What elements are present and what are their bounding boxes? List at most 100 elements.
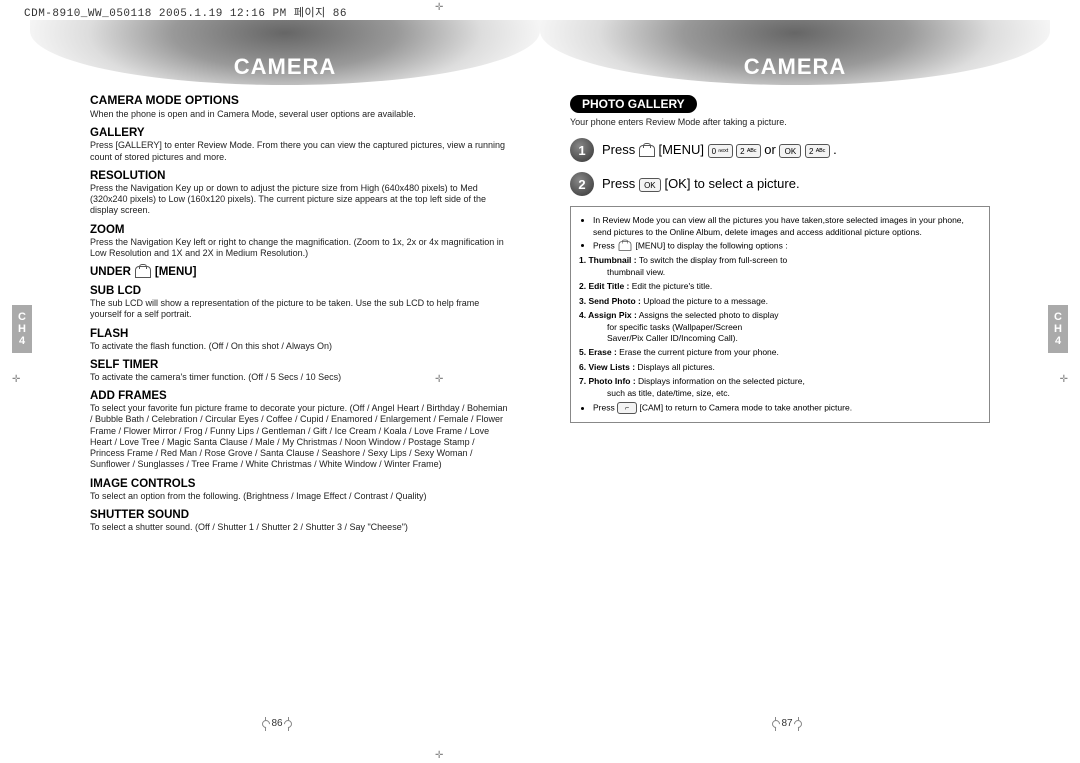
right-content: PHOTO GALLERY Your phone enters Review M… xyxy=(558,93,1032,423)
step-1: 1 Press [MENU] 0 ⁿᵉˣᵗ 2 ᴬᴮᶜ or OK 2 ᴬᴮᶜ … xyxy=(570,138,990,162)
key-2-icon: 2 ᴬᴮᶜ xyxy=(736,144,760,158)
option-2-edit-title: 2. Edit Title : Edit the picture's title… xyxy=(579,281,981,292)
gallery-text: Press [GALLERY] to enter Review Mode. Fr… xyxy=(90,140,510,163)
step1-press: Press xyxy=(602,142,639,157)
b3-pre: Press xyxy=(593,403,617,413)
e1-label: 1. Thumbnail : xyxy=(579,255,637,265)
e4-text: Assigns the selected photo to display xyxy=(637,310,779,320)
step1-or: or xyxy=(764,142,779,157)
b3-post: [CAM] to return to Camera mode to take a… xyxy=(639,403,852,413)
photo-gallery-badge: PHOTO GALLERY xyxy=(570,95,697,113)
page-banner: CAMERA xyxy=(30,20,540,85)
heading-selftimer: SELF TIMER xyxy=(90,359,510,371)
key-ok-icon: OK xyxy=(779,144,801,158)
resolution-text: Press the Navigation Key up or down to a… xyxy=(90,183,510,217)
e4-text3: Saver/Pix Caller ID/Incoming Call). xyxy=(579,333,981,344)
step1-menu: [MENU] xyxy=(658,142,707,157)
shuttersound-text: To select a shutter sound. (Off / Shutte… xyxy=(90,522,510,533)
imagecontrols-text: To select an option from the following. … xyxy=(90,491,510,502)
crop-mark-icon: ✛ xyxy=(1060,374,1068,385)
file-header-meta: CDM-8910_WW_050118 2005.1.19 12:16 PM 페이… xyxy=(24,4,347,20)
heading-imagecontrols: IMAGE CONTROLS xyxy=(90,478,510,490)
step-number-icon: 1 xyxy=(570,138,594,162)
chapter-tab-h: H xyxy=(12,323,32,335)
box-return-cam: Press ⌐ [CAM] to return to Camera mode t… xyxy=(593,402,981,414)
e3-text: Upload the picture to a message. xyxy=(641,296,768,306)
heading-flash: FLASH xyxy=(90,328,510,340)
crop-mark-icon: ✛ xyxy=(435,2,443,13)
e2-text: Edit the picture's title. xyxy=(629,281,712,291)
softkey-right-icon: ⌐ xyxy=(617,402,637,414)
addframes-text: To select your favorite fun picture fram… xyxy=(90,403,510,471)
b2-post: [MENU] to display the following options … xyxy=(635,240,787,250)
under-pre: UNDER xyxy=(90,266,131,278)
softkey-icon xyxy=(639,145,655,157)
chapter-tab-c: C xyxy=(1048,311,1068,323)
chapter-tab: C H 4 xyxy=(12,305,32,353)
option-3-send-photo: 3. Send Photo : Upload the picture to a … xyxy=(579,296,981,307)
option-1-thumbnail: 1. Thumbnail : To switch the display fro… xyxy=(579,255,981,278)
softkey-icon xyxy=(135,266,151,278)
crop-mark-icon: ✛ xyxy=(435,750,443,761)
sublcd-text: The sub LCD will show a representation o… xyxy=(90,298,510,321)
banner-title: CAMERA xyxy=(30,20,540,80)
option-5-erase: 5. Erase : Erase the current picture fro… xyxy=(579,347,981,358)
step-number-icon: 2 xyxy=(570,172,594,196)
box-intro: In Review Mode you can view all the pict… xyxy=(593,215,981,238)
e5-text: Erase the current picture from your phon… xyxy=(617,347,779,357)
step-2: 2 Press OK [OK] to select a picture. xyxy=(570,172,990,196)
chapter-tab-c: C xyxy=(12,311,32,323)
chapter-tab-num: 4 xyxy=(1048,335,1068,347)
b2-pre: Press xyxy=(593,240,617,250)
page-banner: CAMERA xyxy=(540,20,1050,85)
heading-sublcd: SUB LCD xyxy=(90,285,510,297)
softkey-icon xyxy=(619,241,632,251)
box-menu-line: Press [MENU] to display the following op… xyxy=(593,240,981,252)
heading-under-menu: UNDER [MENU] xyxy=(90,266,510,278)
option-4-assign-pix: 4. Assign Pix : Assigns the selected pho… xyxy=(579,310,981,344)
gallery-intro: Your phone enters Review Mode after taki… xyxy=(570,117,990,128)
e6-text: Displays all pictures. xyxy=(635,362,715,372)
heading-zoom: ZOOM xyxy=(90,224,510,236)
step-2-text: Press OK [OK] to select a picture. xyxy=(602,176,800,192)
step1-dot: . xyxy=(833,142,837,157)
page-number-left: 86 xyxy=(265,717,289,731)
under-post: [MENU] xyxy=(155,266,197,278)
key-2-icon: 2 ᴬᴮᶜ xyxy=(805,144,829,158)
key-ok-icon: OK xyxy=(639,178,661,192)
e1-text2: thumbnail view. xyxy=(579,267,981,278)
zoom-text: Press the Navigation Key left or right t… xyxy=(90,237,510,260)
page-left: CAMERA C H 4 CAMERA MODE OPTIONS When th… xyxy=(30,20,540,743)
heading-shuttersound: SHUTTER SOUND xyxy=(90,509,510,521)
selftimer-text: To activate the camera's timer function.… xyxy=(90,372,510,383)
heading-addframes: ADD FRAMES xyxy=(90,390,510,402)
chapter-tab: C H 4 xyxy=(1048,305,1068,353)
e3-label: 3. Send Photo : xyxy=(579,296,641,306)
option-6-view-lists: 6. View Lists : Displays all pictures. xyxy=(579,362,981,373)
option-7-photo-info: 7. Photo Info : Displays information on … xyxy=(579,376,981,399)
e5-label: 5. Erase : xyxy=(579,347,617,357)
heading-gallery: GALLERY xyxy=(90,127,510,139)
flash-text: To activate the flash function. (Off / O… xyxy=(90,341,510,352)
chapter-tab-h: H xyxy=(1048,323,1068,335)
e2-label: 2. Edit Title : xyxy=(579,281,629,291)
banner-title: CAMERA xyxy=(540,20,1050,80)
crop-mark-icon: ✛ xyxy=(12,374,20,385)
e7-text2: such as title, date/time, size, etc. xyxy=(579,388,981,399)
e6-label: 6. View Lists : xyxy=(579,362,635,372)
page-right: CAMERA C H 4 PHOTO GALLERY Your phone en… xyxy=(540,20,1050,743)
e4-label: 4. Assign Pix : xyxy=(579,310,637,320)
review-mode-box: In Review Mode you can view all the pict… xyxy=(570,206,990,423)
e7-label: 7. Photo Info : xyxy=(579,376,636,386)
key-0-icon: 0 ⁿᵉˣᵗ xyxy=(708,144,733,158)
e4-text2: for specific tasks (Wallpaper/Screen xyxy=(579,322,981,333)
heading-resolution: RESOLUTION xyxy=(90,170,510,182)
page-number-right: 87 xyxy=(775,717,799,731)
e7-text: Displays information on the selected pic… xyxy=(636,376,805,386)
intro-text: When the phone is open and in Camera Mod… xyxy=(90,109,510,120)
step-1-text: Press [MENU] 0 ⁿᵉˣᵗ 2 ᴬᴮᶜ or OK 2 ᴬᴮᶜ . xyxy=(602,142,837,158)
left-content: CAMERA MODE OPTIONS When the phone is op… xyxy=(48,93,522,533)
e1-text: To switch the display from full-screen t… xyxy=(637,255,788,265)
section-camera-mode-options: CAMERA MODE OPTIONS xyxy=(90,93,510,107)
chapter-tab-num: 4 xyxy=(12,335,32,347)
